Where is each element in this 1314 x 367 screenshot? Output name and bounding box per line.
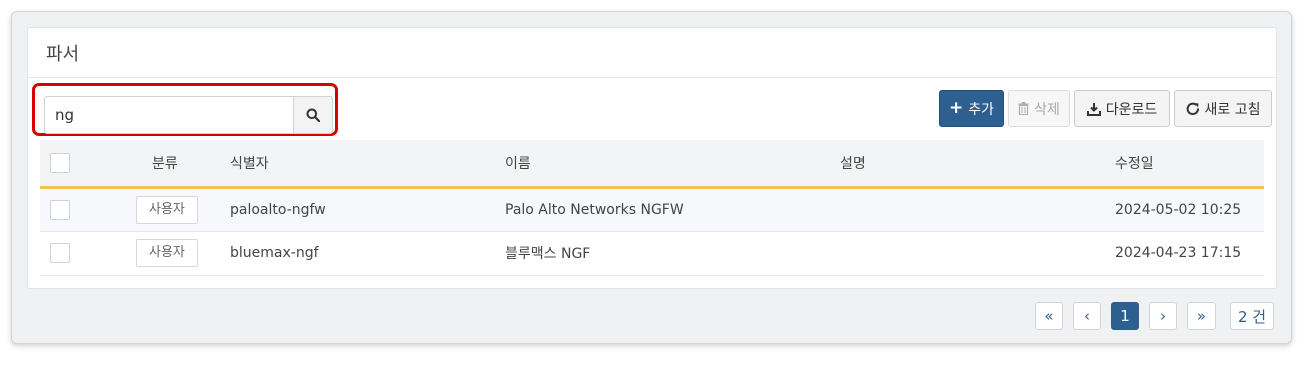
parser-panel: 파서 ng + 추가 삭제 다운로드 새로 고침 분류 식별자 이름 설명 수정…: [27, 27, 1277, 289]
page-1-button[interactable]: 1: [1111, 302, 1139, 330]
row-checkbox[interactable]: [50, 243, 70, 263]
column-header-modified[interactable]: 수정일: [1115, 140, 1264, 189]
select-all-cell: [40, 140, 82, 189]
description-cell: [840, 231, 1115, 275]
add-button[interactable]: + 추가: [939, 90, 1004, 127]
modified-cell: 2024-04-23 17:15: [1115, 245, 1242, 261]
page-first-button[interactable]: «: [1035, 302, 1063, 330]
category-cell: 사용자: [82, 231, 230, 275]
download-icon: [1086, 102, 1101, 116]
column-header-description[interactable]: 설명: [840, 140, 1115, 189]
refresh-button[interactable]: 새로 고침: [1174, 90, 1272, 127]
description-cell: [840, 187, 1115, 231]
add-button-label: 추가: [968, 101, 994, 118]
trash-icon: [1018, 102, 1029, 115]
row-checkbox[interactable]: [50, 199, 70, 220]
download-button-label: 다운로드: [1105, 101, 1158, 118]
category-tag: 사용자: [136, 239, 198, 267]
column-header-name[interactable]: 이름: [505, 140, 840, 189]
id-cell: paloalto-ngfw: [230, 201, 326, 218]
name-cell: Palo Alto Networks NGFW: [505, 201, 684, 218]
refresh-icon: [1186, 102, 1199, 115]
page-next-button[interactable]: ›: [1149, 302, 1177, 330]
select-all-checkbox[interactable]: [50, 152, 70, 173]
refresh-button-label: 새로 고침: [1204, 101, 1261, 118]
page-prev-button[interactable]: ‹: [1073, 302, 1101, 330]
parser-window: 파서 ng + 추가 삭제 다운로드 새로 고침 분류 식별자 이름 설명 수정…: [11, 11, 1292, 344]
modified-cell: 2024-05-02 10:25: [1115, 201, 1242, 218]
column-header-id[interactable]: 식별자: [230, 140, 505, 189]
name-cell: 블루맥스 NGF: [505, 246, 591, 262]
id-cell: bluemax-ngf: [230, 245, 319, 261]
table-row[interactable]: 사용자 paloalto-ngfw Palo Alto Networks NGF…: [40, 187, 1264, 231]
parser-table: 분류 식별자 이름 설명 수정일 사용자 paloalto-ngfw Palo: [40, 140, 1264, 276]
table-row[interactable]: 사용자 bluemax-ngf 블루맥스 NGF 2024-04-23 17:1…: [40, 231, 1264, 275]
page-title: 파서: [28, 28, 1276, 78]
category-cell: 사용자: [82, 187, 230, 231]
search-highlight-box: ng: [32, 83, 338, 136]
download-button[interactable]: 다운로드: [1074, 90, 1170, 127]
delete-button[interactable]: 삭제: [1008, 90, 1070, 127]
delete-button-label: 삭제: [1034, 101, 1060, 118]
row-select-cell: [40, 187, 82, 231]
search-input[interactable]: ng: [44, 96, 294, 134]
search-icon: [306, 108, 320, 122]
total-count: 2 건: [1230, 302, 1274, 330]
column-header-category[interactable]: 분류: [82, 140, 230, 189]
plus-icon: +: [948, 98, 964, 118]
table-header-row: 분류 식별자 이름 설명 수정일: [40, 140, 1264, 189]
search-button[interactable]: [293, 96, 333, 134]
row-select-cell: [40, 231, 82, 275]
page-last-button[interactable]: »: [1187, 302, 1216, 330]
category-tag: 사용자: [136, 195, 198, 224]
